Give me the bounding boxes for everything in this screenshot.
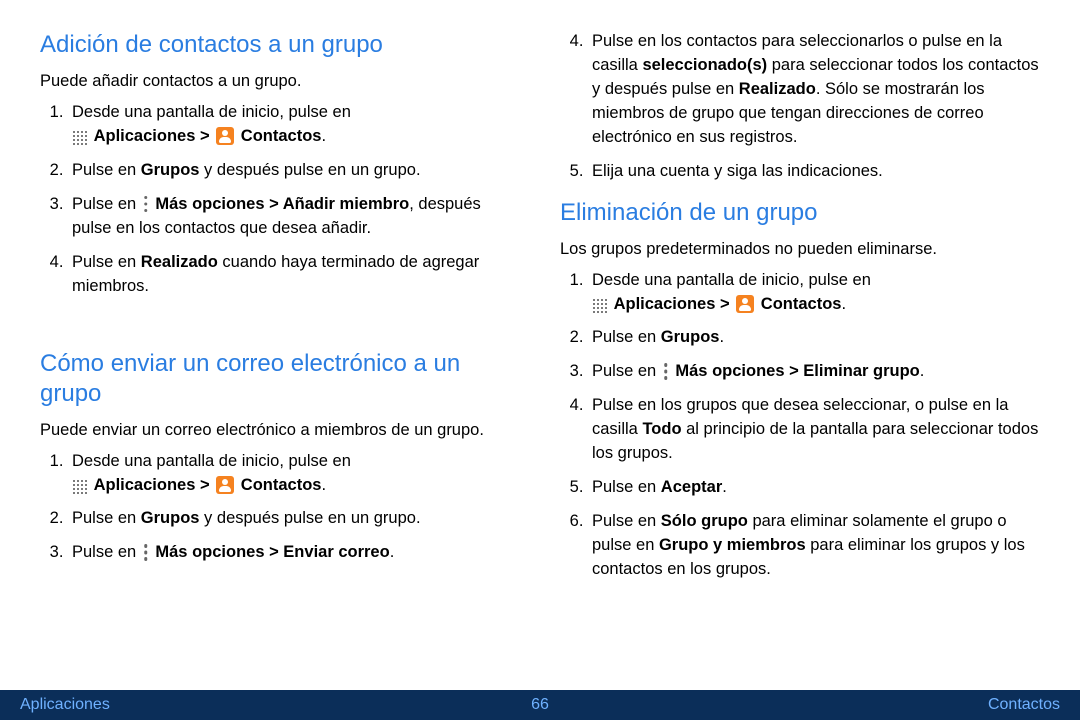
bold: Realizado: [739, 80, 816, 98]
step-3: Pulse en Más opciones > Añadir miembro, …: [68, 193, 520, 241]
heading-add-contacts: Adición de contactos a un grupo: [40, 30, 520, 60]
intro-add-contacts: Puede añadir contactos a un grupo.: [40, 70, 520, 93]
bold: Todo: [642, 420, 681, 438]
right-column: Pulse en los contactos para seleccionarl…: [560, 30, 1040, 680]
text: Elija una cuenta y siga las indicaciones…: [592, 162, 883, 180]
apps-grid-icon: [72, 479, 87, 494]
bold: seleccionado(s): [642, 56, 767, 74]
manual-page: Adición de contactos a un grupo Puede añ…: [0, 0, 1080, 720]
bold: Grupos: [141, 161, 200, 179]
step-1: Desde una pantalla de inicio, pulse en A…: [68, 450, 520, 498]
text: .: [390, 543, 395, 561]
step-1: Desde una pantalla de inicio, pulse en A…: [588, 269, 1040, 317]
content-columns: Adición de contactos a un grupo Puede añ…: [0, 0, 1080, 690]
contacts-label: Contactos: [241, 476, 322, 494]
apps-label: Aplicaciones: [94, 127, 196, 145]
text: Desde una pantalla de inicio, pulse en: [592, 271, 871, 289]
bold: Realizado: [141, 253, 218, 271]
contacts-label: Contactos: [241, 127, 322, 145]
text: Pulse en: [72, 509, 141, 527]
period: .: [841, 295, 846, 313]
more-options-icon: [143, 544, 149, 561]
apps-label: Aplicaciones: [94, 476, 196, 494]
text: Desde una pantalla de inicio, pulse en: [72, 452, 351, 470]
apps-grid-icon: [592, 298, 607, 313]
text: y después pulse en un grupo.: [199, 509, 420, 527]
step-2: Pulse en Grupos y después pulse en un gr…: [68, 159, 520, 183]
text: Pulse en: [72, 195, 141, 213]
bold: Más opciones > Añadir miembro: [155, 195, 409, 213]
steps-add-contacts: Desde una pantalla de inicio, pulse en A…: [40, 101, 520, 298]
footer-page-number: 66: [531, 696, 549, 714]
period: .: [321, 127, 326, 145]
step-3: Pulse en Más opciones > Enviar correo.: [68, 541, 520, 565]
text: .: [719, 328, 724, 346]
text: Pulse en: [592, 512, 661, 530]
contacts-icon: [736, 295, 754, 313]
footer-subsection: Contactos: [549, 696, 1060, 714]
bold: Grupos: [141, 509, 200, 527]
intro-email-group: Puede enviar un correo electrónico a mie…: [40, 419, 520, 442]
text: Pulse en: [592, 478, 661, 496]
left-column: Adición de contactos a un grupo Puede añ…: [40, 30, 520, 680]
text: Desde una pantalla de inicio, pulse en: [72, 103, 351, 121]
page-footer: Aplicaciones 66 Contactos: [0, 690, 1080, 720]
step-5: Elija una cuenta y siga las indicaciones…: [588, 160, 1040, 184]
text: Pulse en: [592, 328, 661, 346]
apps-grid-icon: [72, 130, 87, 145]
text: ,: [409, 195, 418, 213]
separator: >: [195, 476, 214, 494]
steps-email-group-cont: Pulse en los contactos para seleccionarl…: [560, 30, 1040, 184]
contacts-icon: [216, 127, 234, 145]
heading-delete-group: Eliminación de un grupo: [560, 198, 1040, 228]
text: Pulse en: [72, 543, 141, 561]
steps-delete-group: Desde una pantalla de inicio, pulse en A…: [560, 269, 1040, 582]
step-4: Pulse en los grupos que desea selecciona…: [588, 394, 1040, 466]
step-2: Pulse en Grupos y después pulse en un gr…: [68, 507, 520, 531]
section-spacer: [40, 309, 520, 335]
separator: >: [195, 127, 214, 145]
text: Pulse en: [72, 161, 141, 179]
bold: Aceptar: [661, 478, 722, 496]
bold: Más opciones > Eliminar grupo: [675, 362, 919, 380]
step-4: Pulse en Realizado cuando haya terminado…: [68, 251, 520, 299]
period: .: [321, 476, 326, 494]
text: y después pulse en un grupo.: [199, 161, 420, 179]
contacts-icon: [216, 476, 234, 494]
step-1: Desde una pantalla de inicio, pulse en A…: [68, 101, 520, 149]
heading-email-group: Cómo enviar un correo electrónico a un g…: [40, 349, 520, 409]
bold: Sólo grupo: [661, 512, 748, 530]
bold: Grupos: [661, 328, 720, 346]
text: .: [722, 478, 727, 496]
more-options-icon: [663, 363, 669, 380]
steps-email-group: Desde una pantalla de inicio, pulse en A…: [40, 450, 520, 566]
step-5: Pulse en Aceptar.: [588, 476, 1040, 500]
apps-label: Aplicaciones: [614, 295, 716, 313]
step-3: Pulse en Más opciones > Eliminar grupo.: [588, 360, 1040, 384]
step-6: Pulse en Sólo grupo para eliminar solame…: [588, 510, 1040, 582]
step-2: Pulse en Grupos.: [588, 326, 1040, 350]
bold: Grupo y miembros: [659, 536, 806, 554]
bold: Más opciones > Enviar correo: [155, 543, 389, 561]
separator: >: [715, 295, 734, 313]
footer-section: Aplicaciones: [20, 696, 531, 714]
more-options-icon: [143, 196, 149, 213]
text: Pulse en: [592, 362, 661, 380]
text: Pulse en: [72, 253, 141, 271]
step-4: Pulse en los contactos para seleccionarl…: [588, 30, 1040, 150]
contacts-label: Contactos: [761, 295, 842, 313]
text: .: [920, 362, 925, 380]
intro-delete-group: Los grupos predeterminados no pueden eli…: [560, 238, 1040, 261]
